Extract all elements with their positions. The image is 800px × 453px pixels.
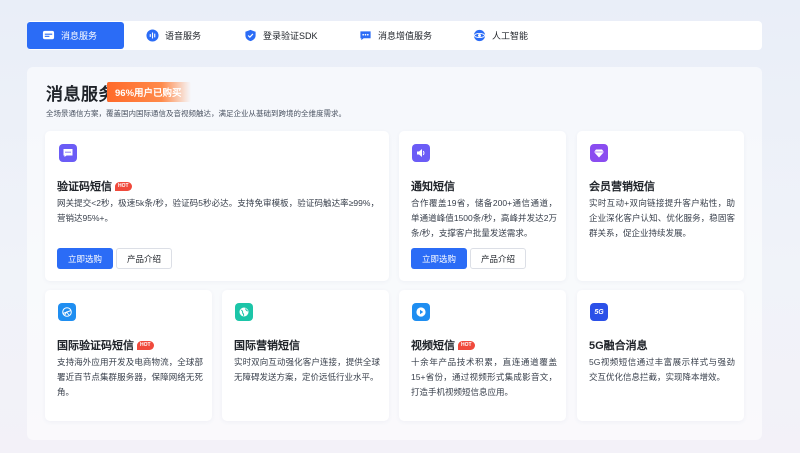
card-title-text: 国际营销短信	[234, 340, 300, 352]
card-title: 视频短信 HOT	[411, 337, 475, 353]
card-title-text: 会员营销短信	[589, 181, 655, 193]
card-description: 网关提交<2秒，极速5k条/秒，验证码5秒必达。支持免审模板，验证码触达率≥99…	[57, 198, 379, 223]
card-title: 国际营销短信	[234, 337, 300, 353]
tab-ai[interactable]: 人工智能	[462, 22, 538, 49]
card-member-marketing-sms: 会员营销短信 实时互动+双向链接提升客户粘性，助企业深化客户认知、优化服务，稳固…	[577, 131, 744, 281]
card-title-text: 通知短信	[411, 181, 455, 193]
tab-label: 消息增值服务	[378, 31, 433, 41]
tab-label: 登录验证SDK	[263, 31, 318, 41]
tab-label: 消息服务	[61, 31, 98, 41]
global-message-icon	[58, 303, 76, 321]
buy-now-button[interactable]: 立即选购	[411, 248, 467, 269]
card-description: 5G视频短信通过丰富展示样式与强劲交互优化信息拦截，实现降本增效。	[589, 357, 735, 382]
hot-badge: HOT	[137, 340, 154, 350]
section-subtitle: 全场景通信方案，覆盖国内国际通信及音视频触达，满足企业从基础到跨境的全维度需求。	[46, 109, 346, 118]
section-title: 消息服务	[46, 85, 116, 104]
hot-badge: HOT	[115, 181, 132, 191]
service-tab-bar: 消息服务 语音服务 登录验证SDK 消息增值服务 人工智能	[27, 21, 762, 50]
card-title: 验证码短信 HOT	[57, 178, 132, 194]
tab-label: 人工智能	[492, 31, 529, 41]
tab-login-sdk[interactable]: 登录验证SDK	[233, 22, 328, 49]
card-title: 国际验证码短信 HOT	[57, 337, 154, 353]
card-description: 支持海外应用开发及电商物流，全球部署近百节点集群服务器，保障网络无死角。	[57, 357, 203, 397]
purchase-rate-badge: 96%用户已购买	[107, 82, 191, 102]
hot-badge: HOT	[458, 340, 475, 350]
voice-wave-icon	[145, 29, 159, 43]
card-description: 实时双向互动强化客户连接，提供全球无障碍发送方案，定价远低行业水平。	[234, 357, 380, 382]
card-title: 5G融合消息	[589, 337, 648, 353]
card-video-sms: 视频短信 HOT 十余年产品技术积累，直连通道覆盖15+省份，通过视频形式集成影…	[399, 290, 566, 421]
message-icon	[41, 29, 55, 43]
buy-now-button[interactable]: 立即选购	[57, 248, 113, 269]
play-icon	[412, 303, 430, 321]
globe-icon	[235, 303, 253, 321]
card-title-text: 国际验证码短信	[57, 340, 134, 352]
chat-dots-icon	[358, 29, 372, 43]
card-verification-sms: 验证码短信 HOT 网关提交<2秒，极速5k条/秒，验证码5秒必达。支持免审模板…	[45, 131, 389, 281]
diamond-icon	[590, 144, 608, 162]
speaker-icon	[412, 144, 430, 162]
ai-orbit-icon	[472, 29, 486, 43]
shield-check-icon	[243, 29, 257, 43]
product-intro-button[interactable]: 产品介绍	[116, 248, 172, 269]
card-5g-rcs: 5G 5G融合消息 5G视频短信通过丰富展示样式与强劲交互优化信息拦截，实现降本…	[577, 290, 744, 421]
card-title-text: 验证码短信	[57, 181, 112, 193]
card-title: 会员营销短信	[589, 178, 655, 194]
chat-bubble-icon	[59, 144, 77, 162]
5g-icon: 5G	[590, 303, 608, 321]
tab-voice-service[interactable]: 语音服务	[135, 22, 211, 49]
card-title: 通知短信	[411, 178, 455, 194]
product-intro-button[interactable]: 产品介绍	[470, 248, 526, 269]
card-notification-sms: 通知短信 合作覆盖19省，储备200+通信通道，单通道峰值1500条/秒，高峰并…	[399, 131, 566, 281]
card-international-marketing-sms: 国际营销短信 实时双向互动强化客户连接，提供全球无障碍发送方案，定价远低行业水平…	[222, 290, 389, 421]
tab-value-added[interactable]: 消息增值服务	[348, 22, 442, 49]
card-international-verification-sms: 国际验证码短信 HOT 支持海外应用开发及电商物流，全球部署近百节点集群服务器，…	[45, 290, 212, 421]
card-description: 十余年产品技术积累，直连通道覆盖15+省份，通过视频形式集成影音文，打造手机视频…	[411, 357, 557, 397]
tab-label: 语音服务	[165, 31, 202, 41]
card-description: 实时互动+双向链接提升客户粘性，助企业深化客户认知、优化服务，稳固客群关系，促企…	[589, 198, 735, 238]
card-title-text: 5G融合消息	[589, 340, 648, 352]
tab-message-service[interactable]: 消息服务	[27, 22, 124, 49]
card-title-text: 视频短信	[411, 340, 455, 352]
card-description: 合作覆盖19省，储备200+通信通道，单通道峰值1500条/秒，高峰并发达2万条…	[411, 198, 557, 238]
